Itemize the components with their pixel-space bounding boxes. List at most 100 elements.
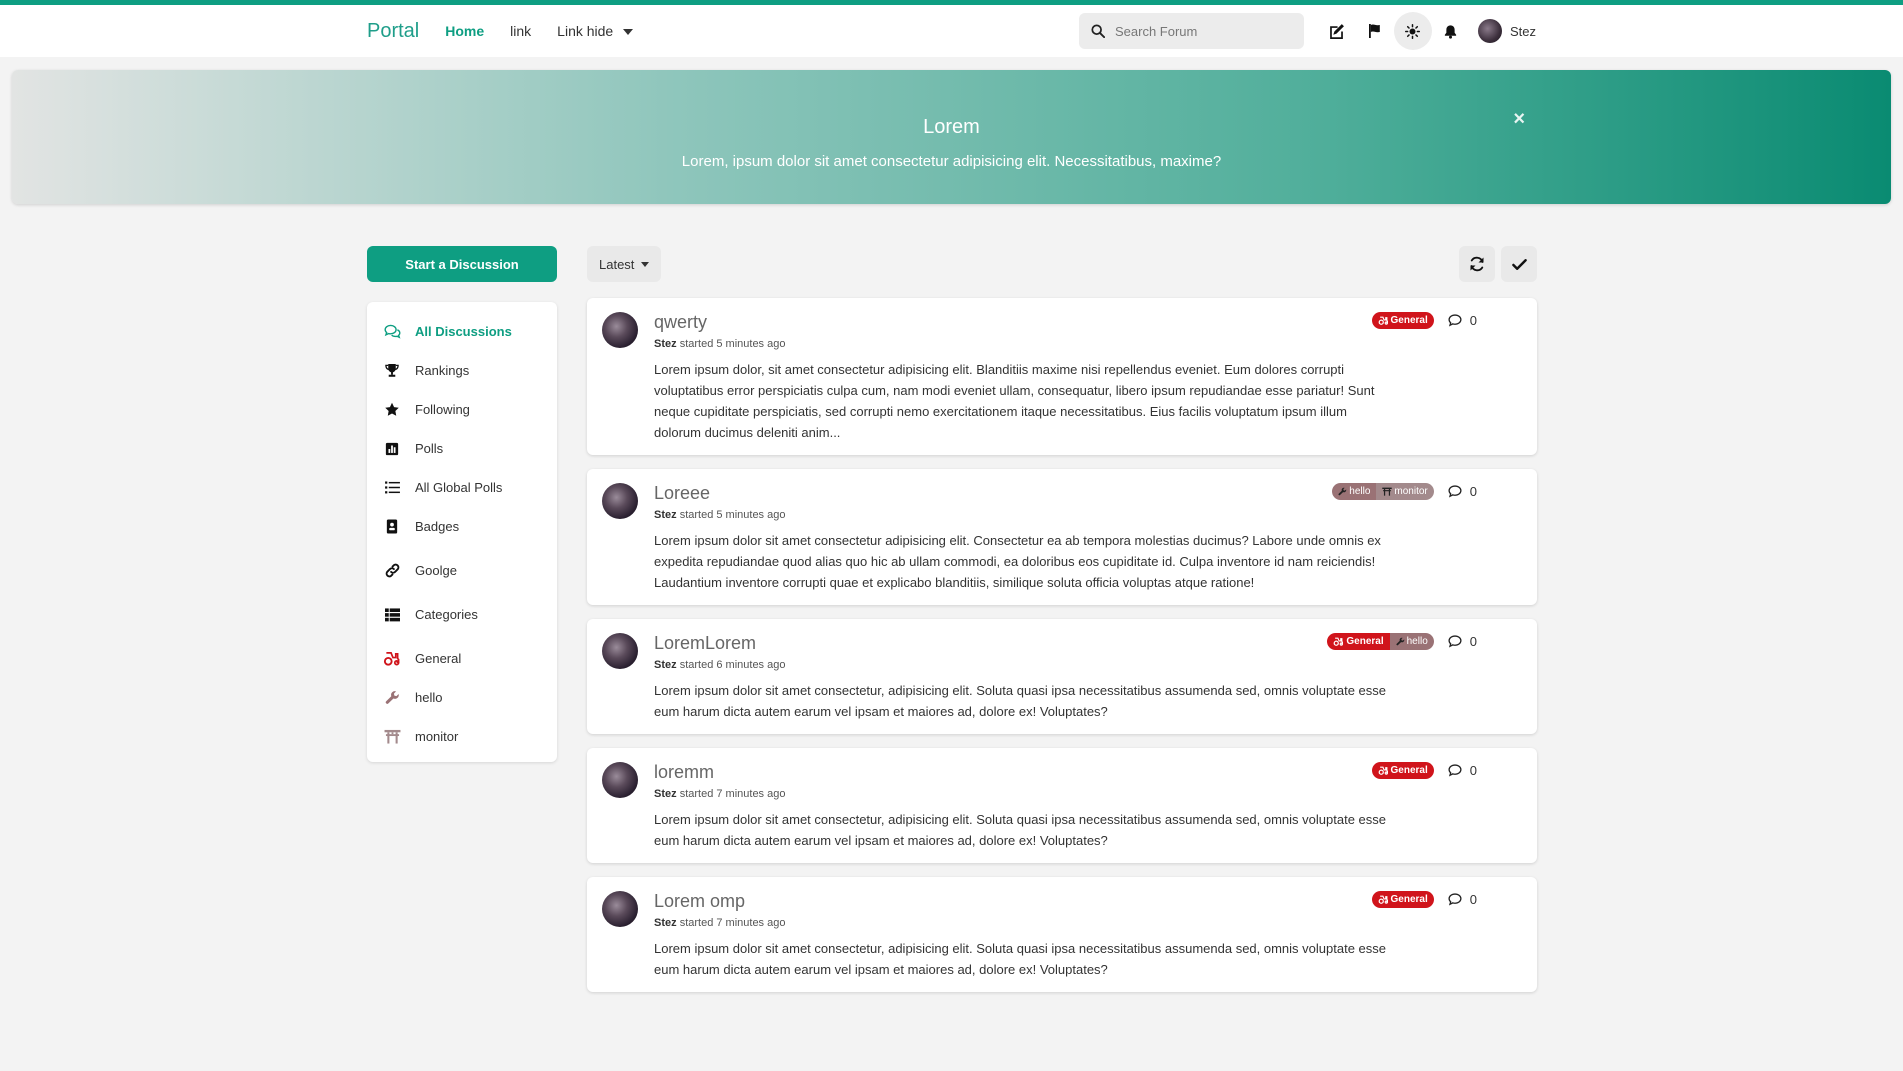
sidebar-item-label: Rankings bbox=[415, 363, 470, 378]
tag-hello: hello bbox=[1389, 633, 1434, 650]
avatar[interactable] bbox=[602, 891, 638, 927]
tag-badge[interactable]: General bbox=[1371, 312, 1434, 329]
discussion-item[interactable]: Loreee Stez started 5 minutes ago Lorem … bbox=[587, 469, 1537, 605]
sidebar-item-goolge[interactable]: Goolge bbox=[367, 551, 557, 590]
discussion-author[interactable]: Stez bbox=[654, 509, 677, 521]
discussion-title[interactable]: Loreee bbox=[654, 483, 1397, 504]
reply-count-value: 0 bbox=[1469, 634, 1477, 649]
header: Portal Home link Link hide Stez bbox=[0, 5, 1903, 57]
discussion-meta: Stez started 6 minutes ago bbox=[654, 659, 1397, 671]
tag-label: General bbox=[1390, 894, 1428, 905]
discussion-item[interactable]: qwerty Stez started 5 minutes ago Lorem … bbox=[587, 298, 1537, 455]
tag-hello: hello bbox=[1332, 483, 1377, 500]
sidebar-item-all-discussions[interactable]: All Discussions bbox=[367, 312, 557, 351]
tag-general: General bbox=[1371, 312, 1434, 329]
sidebar-item-label: Goolge bbox=[415, 563, 457, 578]
compose-button[interactable] bbox=[1318, 12, 1356, 50]
tag-badge[interactable]: General bbox=[1371, 891, 1434, 908]
tractor-icon bbox=[1378, 316, 1388, 325]
brand-logo[interactable]: Portal bbox=[367, 20, 419, 43]
discussion-item[interactable]: Lorem omp Stez started 7 minutes ago Lor… bbox=[587, 877, 1537, 992]
nav-home[interactable]: Home bbox=[445, 23, 484, 39]
discussion-title[interactable]: LoremLorem bbox=[654, 633, 1397, 654]
sidebar-item-label: General bbox=[415, 651, 462, 666]
sidebar-item-categories[interactable]: Categories bbox=[367, 595, 557, 634]
nav-link[interactable]: link bbox=[510, 23, 531, 39]
sidebar-nav: All Discussions Rankings Following Polls… bbox=[367, 302, 557, 762]
check-icon bbox=[1511, 258, 1527, 270]
start-discussion-button[interactable]: Start a Discussion bbox=[367, 246, 557, 282]
discussion-item[interactable]: loremm Stez started 7 minutes ago Lorem … bbox=[587, 748, 1537, 863]
discussion-info: hello monitor 0 bbox=[1332, 483, 1477, 500]
sidebar-item-label: Categories bbox=[415, 607, 478, 622]
discussion-info: General hello 0 bbox=[1327, 633, 1477, 650]
tag-badge[interactable]: General hello bbox=[1327, 633, 1434, 650]
tag-label: General bbox=[1346, 636, 1384, 647]
sort-dropdown[interactable]: Latest bbox=[587, 246, 662, 282]
discussion-excerpt: Lorem ipsum dolor sit amet consectetur, … bbox=[654, 941, 1386, 977]
caret-down-icon bbox=[641, 261, 650, 267]
discussion-title[interactable]: qwerty bbox=[654, 312, 1397, 333]
discussion-meta: Stez started 7 minutes ago bbox=[654, 917, 1397, 929]
discussion-info: General 0 bbox=[1371, 891, 1477, 908]
discussion-author[interactable]: Stez bbox=[654, 338, 677, 350]
header-inner: Portal Home link Link hide Stez bbox=[367, 5, 1536, 57]
tag-badge[interactable]: hello monitor bbox=[1332, 483, 1434, 500]
mark-all-read-button[interactable] bbox=[1501, 246, 1537, 282]
star-icon bbox=[385, 402, 399, 416]
discussion-time: started 5 minutes ago bbox=[679, 338, 786, 350]
sidebar-item-polls[interactable]: Polls bbox=[367, 429, 557, 468]
sun-icon bbox=[1405, 23, 1421, 39]
discussion-excerpt: Lorem ipsum dolor, sit amet consectetur … bbox=[654, 362, 1375, 440]
sidebar: Start a Discussion All Discussions Ranki… bbox=[367, 246, 557, 762]
discussion-item[interactable]: LoremLorem Stez started 6 minutes ago Lo… bbox=[587, 619, 1537, 734]
tag-general: General bbox=[1371, 891, 1434, 908]
reply-count-value: 0 bbox=[1469, 763, 1477, 778]
discussion-title[interactable]: Lorem omp bbox=[654, 891, 1397, 912]
username[interactable]: Stez bbox=[1510, 24, 1536, 39]
comment-icon bbox=[1448, 314, 1462, 327]
avatar[interactable] bbox=[602, 762, 638, 798]
sidebar-item-following[interactable]: Following bbox=[367, 390, 557, 429]
avatar[interactable] bbox=[602, 312, 638, 348]
sidebar-item-hello[interactable]: hello bbox=[367, 678, 557, 717]
sidebar-item-monitor[interactable]: monitor bbox=[367, 717, 557, 756]
avatar[interactable] bbox=[602, 633, 638, 669]
refresh-icon bbox=[1470, 256, 1484, 272]
sidebar-item-label: monitor bbox=[415, 729, 459, 744]
discussion-author[interactable]: Stez bbox=[654, 917, 677, 929]
discussion-excerpt: Lorem ipsum dolor sit amet consectetur, … bbox=[654, 812, 1386, 848]
avatar[interactable] bbox=[602, 483, 638, 519]
reply-count: 0 bbox=[1448, 313, 1477, 328]
discussion-author[interactable]: Stez bbox=[654, 659, 677, 671]
reply-count: 0 bbox=[1448, 484, 1477, 499]
discussion-excerpt: Lorem ipsum dolor sit amet consectetur a… bbox=[654, 533, 1381, 590]
tractor-icon bbox=[1378, 766, 1388, 775]
flag-icon bbox=[1368, 24, 1380, 38]
discussion-title[interactable]: loremm bbox=[654, 762, 1397, 783]
tag-badge[interactable]: General bbox=[1371, 762, 1434, 779]
discussion-author[interactable]: Stez bbox=[654, 788, 677, 800]
nav-link-hide[interactable]: Link hide bbox=[557, 23, 634, 39]
theme-toggle-button[interactable] bbox=[1393, 12, 1432, 50]
sidebar-item-general[interactable]: General bbox=[367, 639, 557, 678]
sidebar-item-badges[interactable]: Badges bbox=[367, 507, 557, 546]
sidebar-item-all-global-polls[interactable]: All Global Polls bbox=[367, 468, 557, 507]
torii-gate-icon bbox=[384, 729, 400, 744]
search-input[interactable] bbox=[1114, 23, 1285, 39]
header-right: Stez bbox=[1078, 12, 1536, 50]
sort-label: Latest bbox=[599, 256, 635, 272]
sidebar-item-rankings[interactable]: Rankings bbox=[367, 351, 557, 390]
refresh-button[interactable] bbox=[1459, 246, 1495, 282]
link-icon bbox=[385, 563, 399, 578]
flags-button[interactable] bbox=[1356, 12, 1394, 50]
discussion-time: started 6 minutes ago bbox=[679, 659, 786, 671]
discussion-info: General 0 bbox=[1371, 762, 1477, 779]
discussion-info: General 0 bbox=[1371, 312, 1477, 329]
avatar[interactable] bbox=[1477, 19, 1502, 43]
close-icon[interactable]: × bbox=[1513, 108, 1525, 131]
notifications-button[interactable] bbox=[1432, 12, 1470, 50]
discussion-list-area: Latest qwerty Stez started 5 minutes ago… bbox=[587, 246, 1537, 992]
tag-label: hello bbox=[1406, 636, 1428, 647]
search-box[interactable] bbox=[1078, 13, 1304, 49]
